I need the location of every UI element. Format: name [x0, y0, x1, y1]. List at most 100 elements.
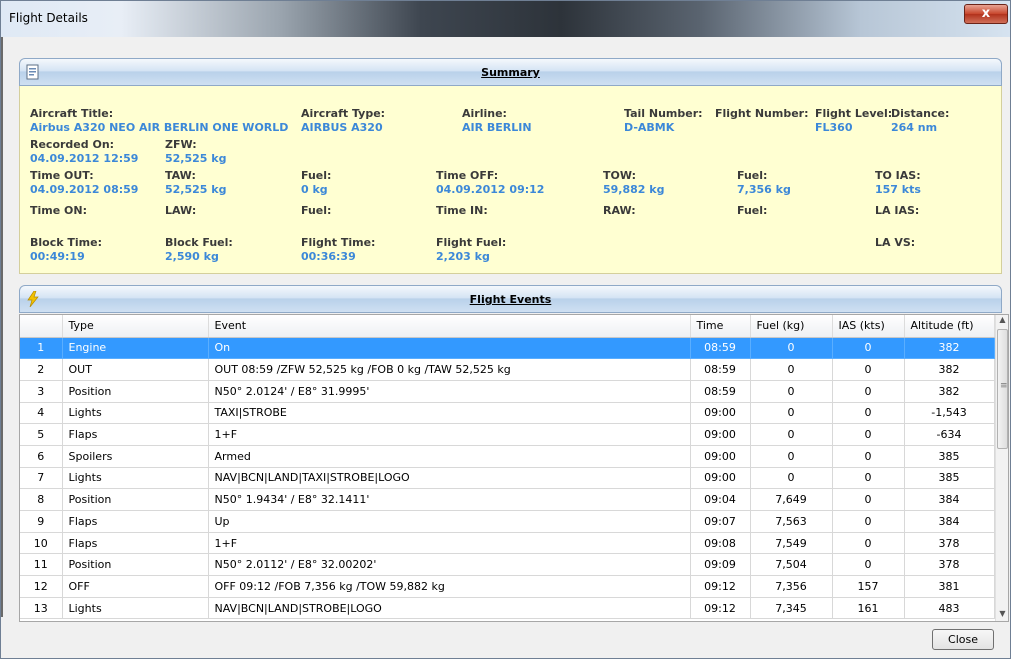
fuel-off-label: Fuel: — [737, 169, 768, 182]
table-row[interactable]: 2 OUT OUT 08:59 /ZFW 52,525 kg /FOB 0 kg /… — [20, 358, 995, 381]
cell-altitude: 385 — [904, 445, 995, 468]
table-row[interactable]: 10 Flaps 1+F 09:08 7,549 0 378 — [20, 532, 995, 555]
to-ias-label: TO IAS: — [875, 169, 921, 182]
table-row[interactable]: 8 Position N50° 1.9434' / E8° 32.1411' 09:0… — [20, 488, 995, 511]
cell-altitude: 382 — [904, 337, 995, 360]
cell-altitude: 382 — [904, 358, 995, 381]
raw-label: RAW: — [603, 204, 636, 217]
col-header-altitude[interactable]: Altitude (ft) — [904, 315, 995, 338]
col-header-type[interactable]: Type — [62, 315, 209, 338]
flight-events-grid[interactable]: Type Event Time Fuel (kg) IAS (kts) Alti… — [19, 314, 1009, 622]
table-row[interactable]: 3 Position N50° 2.0124' / E8° 31.9995' 08:5… — [20, 380, 995, 403]
tow-label: TOW: — [603, 169, 637, 182]
cell-time: 09:00 — [690, 445, 751, 468]
cell-index: 11 — [20, 553, 63, 577]
recorded-on-value: 04.09.2012 12:59 — [30, 152, 139, 165]
cell-time: 09:00 — [690, 402, 751, 425]
cell-type: Lights — [62, 597, 209, 620]
cell-fuel: 0 — [750, 423, 833, 446]
la-ias-label: LA IAS: — [875, 204, 920, 217]
fuel-out-label: Fuel: — [301, 169, 332, 182]
cell-altitude: 384 — [904, 488, 995, 511]
zfw-value: 52,525 kg — [165, 152, 227, 165]
airline-value: AIR BERLIN — [462, 121, 532, 134]
flight-time-label: Flight Time: — [301, 236, 376, 249]
scroll-thumb[interactable]: ≡ — [997, 329, 1008, 449]
flight-fuel-label: Flight Fuel: — [436, 236, 507, 249]
cell-type: Position — [62, 380, 209, 403]
cell-event: Up — [208, 510, 691, 533]
window-title: Flight Details — [9, 11, 88, 25]
cell-ias: 0 — [832, 423, 905, 446]
scroll-down-icon[interactable]: ▼ — [997, 609, 1008, 621]
cell-event: N50° 2.0124' / E8° 31.9995' — [208, 380, 691, 403]
taw-label: TAW: — [165, 169, 196, 182]
summary-header[interactable]: Summary — [19, 58, 1002, 86]
cell-time: 09:12 — [690, 597, 751, 620]
cell-type: OUT — [62, 358, 209, 381]
cell-type: Spoilers — [62, 445, 209, 468]
table-row[interactable]: 1 Engine On 08:59 0 0 382 — [20, 337, 995, 360]
cell-index: 1 — [20, 337, 63, 360]
cell-time: 08:59 — [690, 358, 751, 381]
col-header-fuel[interactable]: Fuel (kg) — [750, 315, 833, 338]
fuel-in-label: Fuel: — [737, 204, 768, 217]
cell-ias: 0 — [832, 358, 905, 381]
cell-altitude: 378 — [904, 553, 995, 577]
table-row[interactable]: 12 OFF OFF 09:12 /FOB 7,356 kg /TOW 59,882… — [20, 575, 995, 598]
flight-fuel-value: 2,203 kg — [436, 250, 490, 263]
law-label: LAW: — [165, 204, 197, 217]
events-scrollbar[interactable]: ▲ ≡ ▼ — [995, 315, 1008, 621]
cell-index: 12 — [20, 575, 63, 598]
taw-value: 52,525 kg — [165, 183, 227, 196]
cell-ias: 0 — [832, 380, 905, 403]
table-row[interactable]: 13 Lights NAV|BCN|LAND|STROBE|LOGO 09:12 7,3… — [20, 597, 995, 620]
block-time-value: 00:49:19 — [30, 250, 85, 263]
close-button[interactable]: Close — [932, 629, 994, 650]
cell-altitude: -1,543 — [904, 402, 995, 425]
table-row[interactable]: 6 Spoilers Armed 09:00 0 0 385 — [20, 445, 995, 468]
zfw-label: ZFW: — [165, 138, 197, 151]
time-in-label: Time IN: — [436, 204, 488, 217]
col-header-index[interactable] — [20, 315, 63, 338]
window-close-icon[interactable]: x — [964, 4, 1008, 24]
flight-level-label: Flight Level: — [815, 107, 893, 120]
table-row[interactable]: 4 Lights TAXI|STROBE 09:00 0 0 -1,543 — [20, 402, 995, 425]
cell-time: 09:09 — [690, 553, 751, 577]
table-row[interactable]: 7 Lights NAV|BCN|LAND|TAXI|STROBE|LOGO 09:0… — [20, 467, 995, 490]
summary-title: Summary — [481, 66, 540, 79]
cell-altitude: -634 — [904, 423, 995, 446]
la-vs-label: LA VS: — [875, 236, 916, 249]
cell-fuel: 7,504 — [750, 553, 833, 577]
col-header-time[interactable]: Time — [690, 315, 751, 338]
block-time-label: Block Time: — [30, 236, 102, 249]
cell-event: OUT 08:59 /ZFW 52,525 kg /FOB 0 kg /TAW … — [208, 358, 691, 381]
cell-index: 5 — [20, 423, 63, 446]
flight-level-value: FL360 — [815, 121, 853, 134]
table-row[interactable]: 9 Flaps Up 09:07 7,563 0 384 — [20, 510, 995, 533]
flight-events-header[interactable]: Flight Events — [19, 285, 1002, 313]
cell-event: TAXI|STROBE — [208, 402, 691, 425]
block-fuel-value: 2,590 kg — [165, 250, 219, 263]
col-header-event[interactable]: Event — [208, 315, 691, 338]
cell-index: 8 — [20, 488, 63, 511]
title-bar[interactable]: Flight Details x — [1, 1, 1010, 37]
table-row[interactable]: 11 Position N50° 2.0112' / E8° 32.00202' 09… — [20, 553, 995, 577]
cell-index: 2 — [20, 358, 63, 381]
cell-altitude: 483 — [904, 597, 995, 620]
cell-event: OFF 09:12 /FOB 7,356 kg /TOW 59,882 kg — [208, 575, 691, 598]
cell-event: Armed — [208, 445, 691, 468]
cell-ias: 0 — [832, 402, 905, 425]
cell-type: Flaps — [62, 532, 209, 555]
cell-time: 09:00 — [690, 467, 751, 490]
cell-index: 3 — [20, 380, 63, 403]
summary-panel: Aircraft Title: Airbus A320 NEO AIR BERL… — [19, 86, 1002, 274]
cell-event: N50° 1.9434' / E8° 32.1411' — [208, 488, 691, 511]
block-fuel-label: Block Fuel: — [165, 236, 233, 249]
cell-type: OFF — [62, 575, 209, 598]
cell-ias: 0 — [832, 510, 905, 533]
time-off-label: Time OFF: — [436, 169, 499, 182]
col-header-ias[interactable]: IAS (kts) — [832, 315, 905, 338]
table-row[interactable]: 5 Flaps 1+F 09:00 0 0 -634 — [20, 423, 995, 446]
scroll-up-icon[interactable]: ▲ — [997, 315, 1008, 327]
